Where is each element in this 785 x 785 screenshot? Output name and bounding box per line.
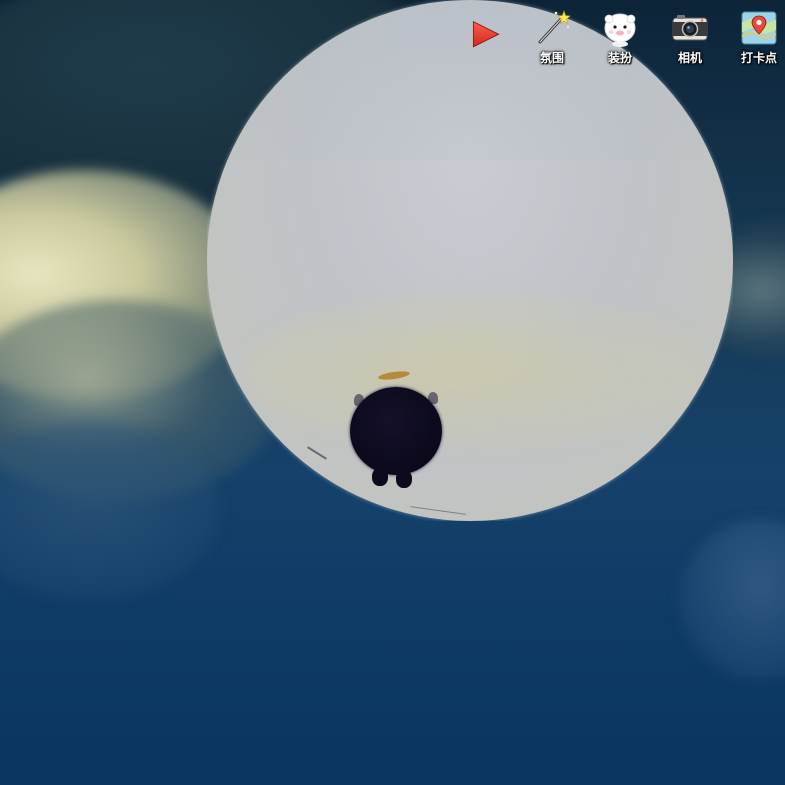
character-body bbox=[350, 387, 442, 475]
check-in-point-button[interactable]: 打卡点 bbox=[731, 8, 785, 70]
dress-up-button[interactable]: 装扮 bbox=[592, 8, 648, 70]
camera-icon bbox=[672, 15, 708, 41]
moon-haze bbox=[247, 290, 707, 450]
play-button[interactable] bbox=[466, 8, 506, 70]
sheep-face-icon bbox=[604, 13, 636, 47]
atmosphere-label: 氛围 bbox=[539, 51, 564, 65]
character-halo bbox=[377, 369, 411, 382]
player-character[interactable] bbox=[348, 369, 446, 490]
check-in-point-label: 打卡点 bbox=[740, 51, 777, 65]
magic-wand-icon bbox=[538, 10, 571, 44]
red-play-triangle-icon bbox=[472, 20, 500, 48]
dress-up-label: 装扮 bbox=[607, 51, 632, 65]
map-pin-icon bbox=[741, 11, 777, 45]
top-right-toolbar: 氛围 装扮 相机 打卡点 bbox=[466, 8, 785, 70]
cloud-right-low bbox=[680, 520, 785, 680]
atmosphere-button[interactable]: 氛围 bbox=[524, 8, 580, 70]
camera-button[interactable]: 相机 bbox=[662, 8, 718, 70]
character-foot-left bbox=[372, 468, 388, 486]
camera-label: 相机 bbox=[677, 51, 702, 65]
game-scene[interactable]: 氛围 装扮 相机 打卡点 bbox=[0, 0, 785, 785]
character-foot-right bbox=[396, 470, 412, 488]
full-moon bbox=[207, 0, 733, 521]
